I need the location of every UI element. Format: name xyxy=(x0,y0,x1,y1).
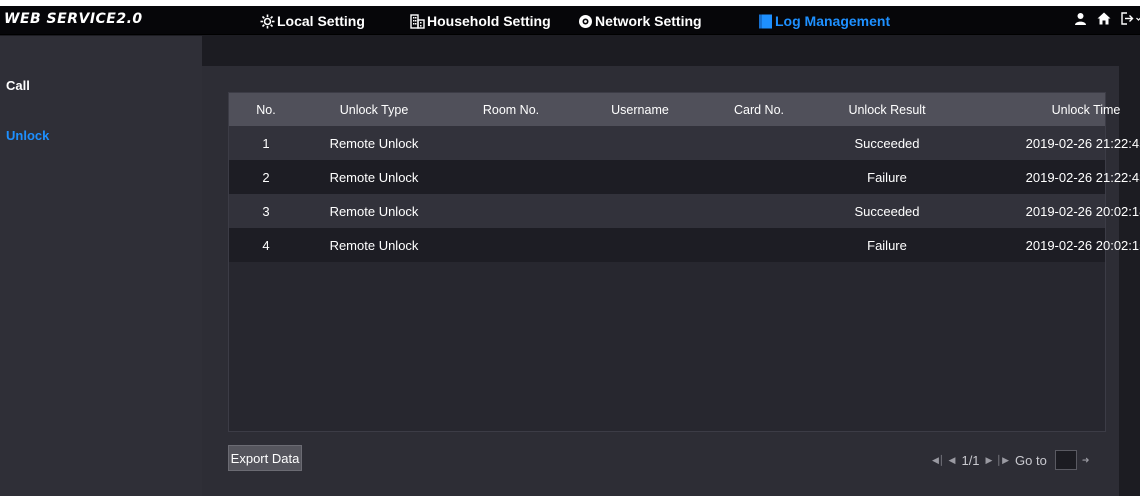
cell-no: 1 xyxy=(262,135,270,151)
sidebar-item-call[interactable]: Call xyxy=(6,78,30,93)
top-bar: WEB SERVICE2.0 Local Setting Household S… xyxy=(0,6,1140,35)
cell-unlock-type: Remote Unlock xyxy=(329,203,419,219)
nav-log-management[interactable]: Log Management xyxy=(758,11,890,31)
sidebar: Call Unlock xyxy=(0,36,202,496)
pagination: ◀│ ◀ 1/1 ▶ │▶ Go to ➜ xyxy=(930,450,1091,470)
unlock-log-table: No. Unlock Type Room No. Username Card N… xyxy=(228,92,1140,432)
logout-icon[interactable] xyxy=(1121,12,1140,30)
nav-network-setting[interactable]: Network Setting xyxy=(578,11,702,31)
cell-card-no xyxy=(703,160,815,194)
cell-no: 2 xyxy=(262,169,270,185)
nav-log-label: Log Management xyxy=(775,13,891,29)
cell-card-no xyxy=(703,126,815,160)
cell-username xyxy=(577,126,703,160)
first-page-icon[interactable]: ◀│ xyxy=(932,455,945,466)
cell-username xyxy=(577,194,703,228)
cell-username xyxy=(577,160,703,194)
table-header: No. Unlock Type Room No. Username Card N… xyxy=(229,93,1120,126)
last-page-icon[interactable]: │▶ xyxy=(996,455,1009,466)
column-header-unlock-type: Unlock Type xyxy=(339,102,409,117)
building-icon xyxy=(410,13,425,29)
cell-room-no xyxy=(445,228,577,262)
goto-page-input[interactable] xyxy=(1054,450,1077,470)
column-header-username: Username xyxy=(611,102,669,117)
goto-label: Go to xyxy=(1015,452,1047,468)
cell-unlock-time: 2019-02-26 21:22:43 xyxy=(1025,169,1140,185)
column-header-no: No. xyxy=(256,102,276,117)
cell-room-no xyxy=(445,160,577,194)
nav-local-label: Local Setting xyxy=(277,13,365,29)
cell-no: 4 xyxy=(262,237,270,253)
table-row[interactable]: 1 Remote Unlock Succeeded 2019-02-26 21:… xyxy=(229,126,1140,160)
sidebar-item-unlock[interactable]: Unlock xyxy=(6,128,49,143)
brand-logo: WEB SERVICE2.0 xyxy=(4,11,143,27)
cell-unlock-time: 2019-02-26 20:02:15 xyxy=(1025,237,1140,253)
log-icon xyxy=(758,14,773,29)
cell-card-no xyxy=(703,228,815,262)
cell-unlock-type: Remote Unlock xyxy=(329,135,419,151)
page-indicator: 1/1 xyxy=(961,452,980,468)
column-header-card-no: Card No. xyxy=(733,102,785,117)
prev-page-icon[interactable]: ◀ xyxy=(949,455,956,466)
cell-card-no xyxy=(703,194,815,228)
cell-room-no xyxy=(445,126,577,160)
table-row[interactable]: 2 Remote Unlock Failure 2019-02-26 21:22… xyxy=(229,160,1140,194)
cell-unlock-type: Remote Unlock xyxy=(329,169,419,185)
cell-room-no xyxy=(445,194,577,228)
column-header-unlock-time: Unlock Time xyxy=(1051,102,1121,117)
nav-household-label: Household Setting xyxy=(427,13,551,29)
nav-household-setting[interactable]: Household Setting xyxy=(410,11,551,31)
goto-arrow-icon[interactable]: ➜ xyxy=(1082,455,1090,466)
network-icon xyxy=(578,14,593,29)
home-icon[interactable] xyxy=(1097,12,1111,30)
cell-username xyxy=(577,228,703,262)
table-row[interactable]: 3 Remote Unlock Succeeded 2019-02-26 20:… xyxy=(229,194,1140,228)
user-icon[interactable] xyxy=(1074,12,1087,30)
cell-unlock-type: Remote Unlock xyxy=(329,237,419,253)
next-page-icon[interactable]: ▶ xyxy=(986,455,993,466)
column-header-room-no: Room No. xyxy=(482,102,540,117)
nav-local-setting[interactable]: Local Setting xyxy=(260,11,365,31)
cell-unlock-time: 2019-02-26 20:02:18 xyxy=(1025,203,1140,219)
table-row[interactable]: 4 Remote Unlock Failure 2019-02-26 20:02… xyxy=(229,228,1140,262)
gear-icon xyxy=(260,14,275,29)
cell-no: 3 xyxy=(262,203,270,219)
cell-unlock-time: 2019-02-26 21:22:45 xyxy=(1025,135,1140,151)
export-data-button[interactable]: Export Data xyxy=(228,445,302,471)
nav-network-label: Network Setting xyxy=(595,13,702,29)
